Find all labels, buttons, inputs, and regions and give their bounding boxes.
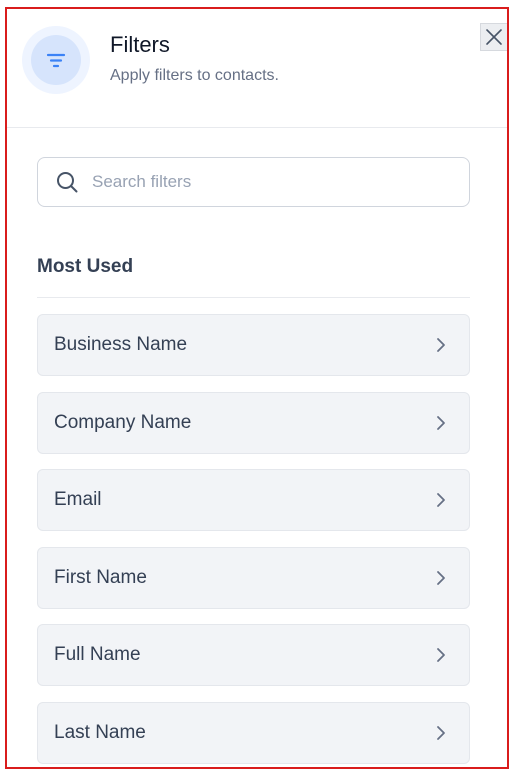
- chevron-right-icon: [433, 492, 449, 508]
- search-field[interactable]: [37, 157, 470, 207]
- filter-icon: [46, 53, 66, 68]
- panel-header: Filters Apply filters to contacts.: [7, 9, 507, 128]
- panel-subtitle: Apply filters to contacts.: [110, 67, 279, 84]
- filter-list: Business Name Company Name Email First N…: [37, 314, 470, 767]
- filter-icon-badge: [22, 26, 90, 94]
- search-icon: [55, 170, 79, 194]
- chevron-right-icon: [433, 570, 449, 586]
- filter-item-label: Business Name: [54, 334, 188, 355]
- chevron-right-icon: [433, 647, 449, 663]
- filter-item-label: Full Name: [54, 644, 141, 665]
- chevron-right-icon: [433, 415, 449, 431]
- section-divider: [37, 297, 470, 298]
- filter-item-email[interactable]: Email: [37, 469, 470, 531]
- filter-item-company-name[interactable]: Company Name: [37, 391, 470, 454]
- search-input[interactable]: [90, 171, 434, 193]
- close-button[interactable]: [480, 23, 507, 51]
- filter-item-first-name[interactable]: First Name: [37, 546, 470, 609]
- section-title: Most Used: [37, 256, 134, 277]
- chevron-right-icon: [433, 337, 449, 353]
- filter-item-business-name[interactable]: Business Name: [37, 314, 470, 376]
- filter-item-label: Last Name: [54, 721, 146, 743]
- chevron-right-icon: [433, 725, 449, 741]
- close-icon: [486, 29, 502, 45]
- filters-panel: Filters Apply filters to contacts. Most …: [5, 7, 509, 769]
- filter-item-label: Email: [54, 489, 102, 510]
- filter-item-label: First Name: [54, 566, 147, 588]
- filter-item-full-name[interactable]: Full Name: [37, 624, 470, 686]
- filter-item-last-name[interactable]: Last Name: [37, 701, 470, 764]
- filter-item-label: Company Name: [54, 411, 192, 433]
- panel-title: Filters: [110, 32, 170, 57]
